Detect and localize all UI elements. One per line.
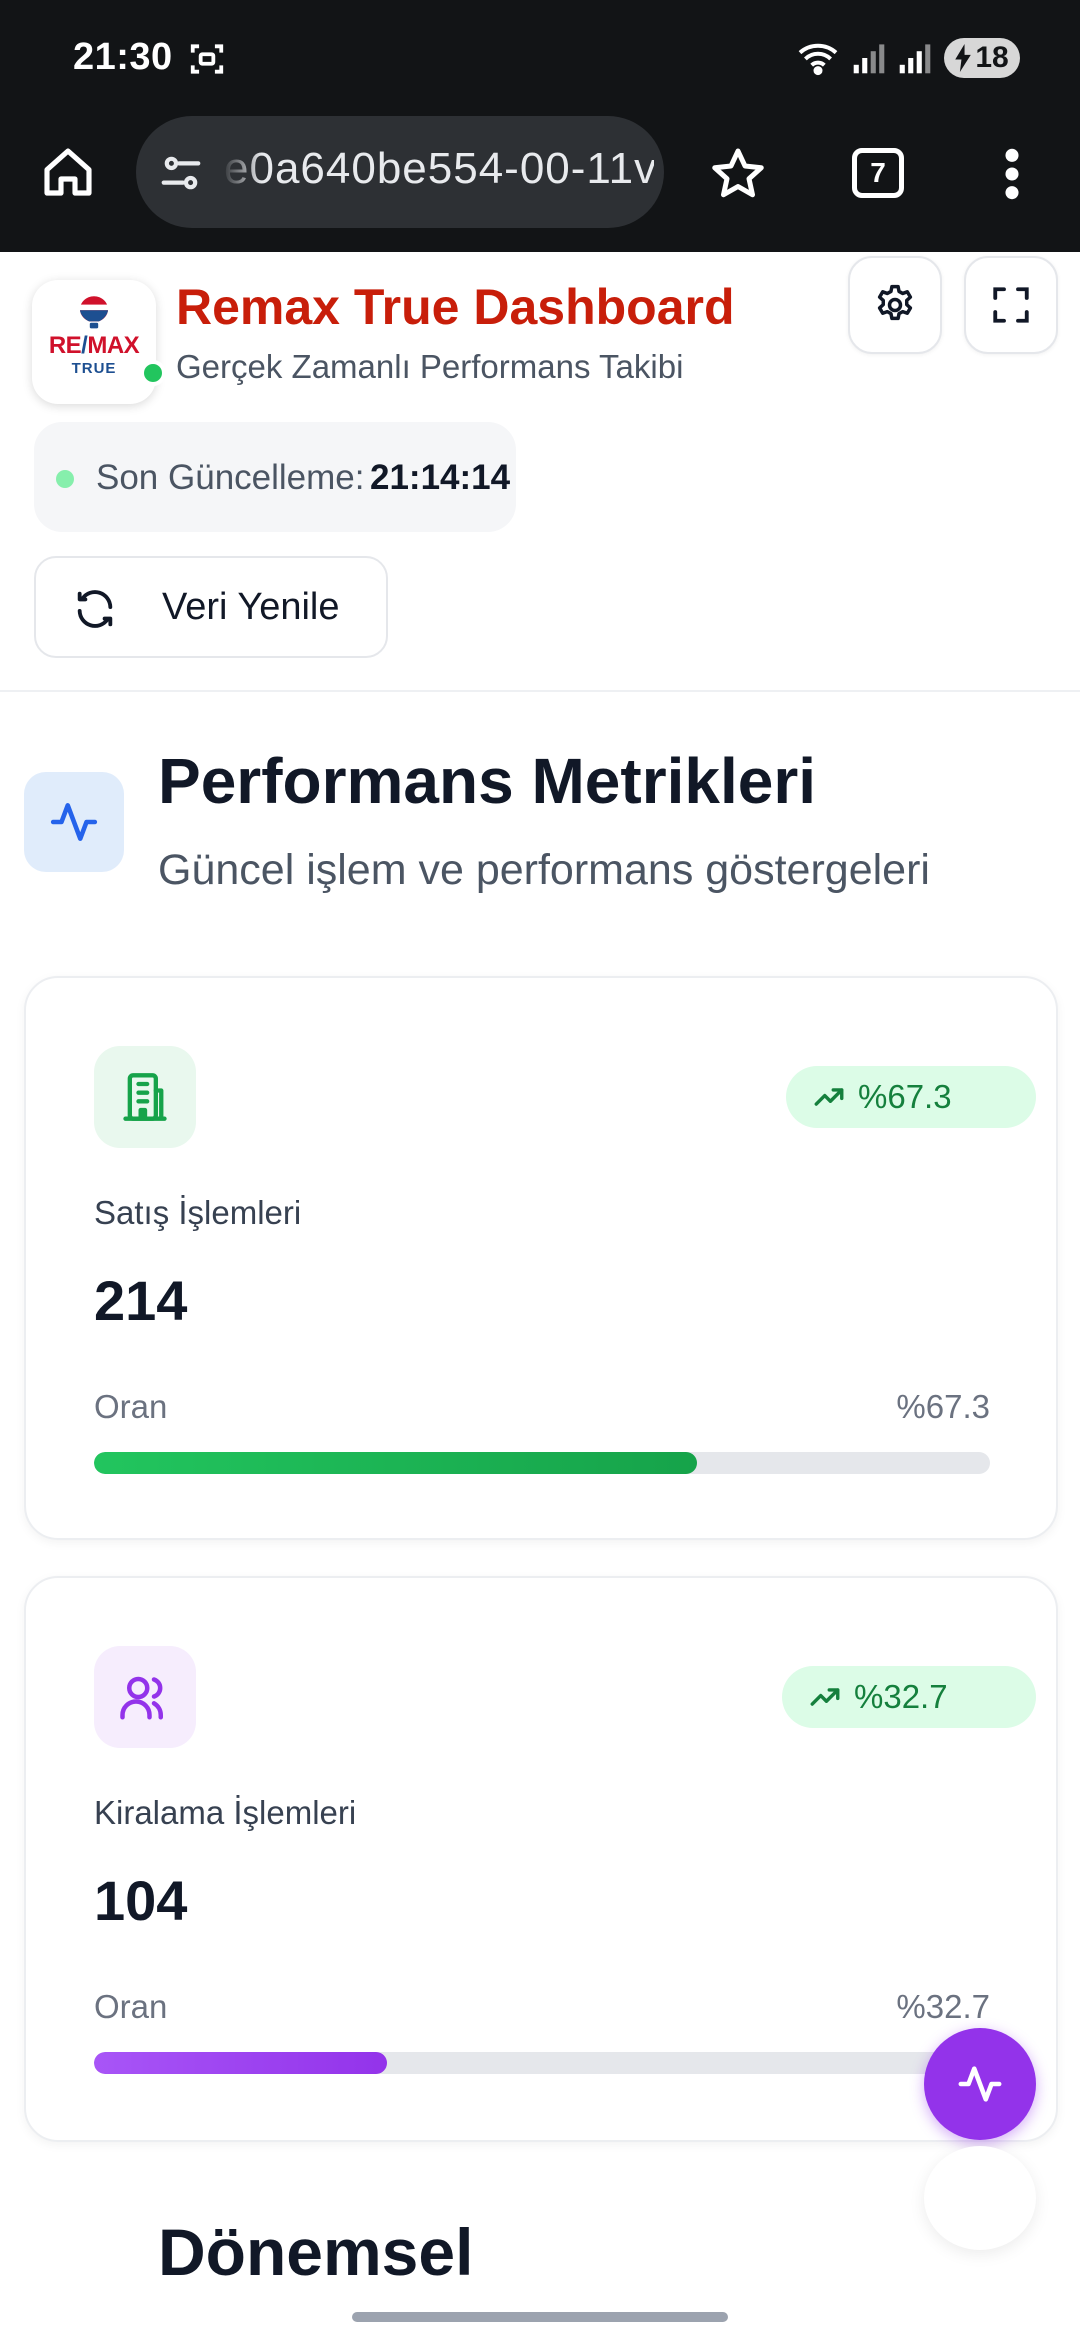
battery-level: 18 [975, 41, 1009, 74]
progress-track [94, 2052, 990, 2074]
home-indicator[interactable] [352, 2312, 728, 2322]
metric-label: Kiralama İşlemleri [94, 1794, 357, 1831]
balloon-icon [80, 296, 108, 329]
tab-count: 7 [870, 157, 886, 188]
status-icons: 18 [796, 38, 1020, 78]
online-status-dot [140, 360, 166, 386]
last-update-badge: Son Güncelleme: 21:14:14 [34, 422, 516, 532]
refresh-label: Veri Yenile [162, 586, 340, 628]
card-icon-box [94, 1646, 196, 1748]
activity-fab[interactable] [924, 2028, 1036, 2140]
gear-icon [877, 284, 913, 321]
section-title: Performans Metrikleri [158, 745, 817, 817]
trend-badge: %67.3 [786, 1066, 1036, 1128]
screenshot-icon [190, 44, 224, 74]
card-icon-box [94, 1046, 196, 1148]
url-fade [222, 116, 262, 228]
star-icon[interactable] [708, 144, 768, 204]
building-icon [123, 1073, 167, 1121]
metric-label: Satış İşlemleri [94, 1194, 302, 1231]
progress-track [94, 1452, 990, 1474]
ratio-label: Oran [94, 1388, 168, 1425]
ratio-value: %32.7 [896, 1988, 990, 2025]
app-title: Remax True Dashboard [176, 279, 735, 335]
remax-logo: RE/MAX TRUE [32, 280, 156, 404]
live-dot [56, 470, 74, 488]
browser-toolbar: e0a640be554-00-11v 7 [0, 116, 1080, 228]
charging-icon [955, 44, 972, 72]
ratio-label: Oran [94, 1988, 168, 2025]
more-vert-icon[interactable] [1000, 146, 1024, 202]
trending-up-icon [814, 1088, 844, 1106]
metric-card-sales: %67.3 Satış İşlemleri 214 Oran %67.3 [24, 976, 1058, 1540]
users-icon [120, 1676, 164, 1720]
fullscreen-icon [993, 287, 1029, 323]
progress-fill [94, 2052, 387, 2074]
home-icon[interactable] [40, 144, 96, 200]
trend-badge: %32.7 [782, 1666, 1036, 1728]
tab-switcher-button[interactable]: 7 [852, 148, 904, 198]
address-bar[interactable]: e0a640be554-00-11v [136, 116, 664, 228]
metric-card-rentals: %32.7 Kiralama İşlemleri 104 Oran %32.7 [24, 1576, 1058, 2142]
app-header: RE/MAX TRUE Remax True Dashboard Gerçek … [0, 252, 1080, 692]
trending-up-icon [810, 1688, 840, 1706]
periodic-section-title: Dönemsel [158, 2215, 474, 2289]
activity-icon [958, 2066, 1002, 2102]
wifi-icon [798, 43, 838, 76]
activity-icon [50, 803, 98, 841]
progress-fill [94, 1452, 697, 1474]
signal-icon [853, 44, 885, 74]
section-subtitle: Güncel işlem ve performans göstergeleri [158, 846, 930, 894]
site-settings-icon[interactable] [158, 150, 204, 196]
signal-icon [899, 44, 931, 74]
trend-value: %32.7 [854, 1678, 948, 1715]
status-time: 21:30 [73, 36, 173, 78]
metric-value: 104 [94, 1869, 188, 1932]
logo-wordmark: RE/MAX [48, 332, 140, 359]
secondary-floating-button[interactable] [924, 2146, 1036, 2250]
last-update-time: 21:14:14 [370, 458, 511, 497]
refresh-data-button[interactable]: Veri Yenile [34, 556, 388, 658]
settings-button[interactable] [848, 256, 942, 354]
app-subtitle: Gerçek Zamanlı Performans Takibi [176, 348, 684, 385]
metric-value: 214 [94, 1269, 188, 1332]
last-update-label: Son Güncelleme: [96, 458, 365, 497]
logo-true: TRUE [71, 360, 117, 377]
refresh-icon [77, 590, 113, 628]
trend-value: %67.3 [858, 1078, 952, 1115]
battery-indicator: 18 [944, 38, 1020, 78]
section-icon-box [24, 772, 124, 872]
ratio-value: %67.3 [896, 1388, 990, 1425]
fullscreen-button[interactable] [964, 256, 1058, 354]
browser-chrome: 21:30 18 e0a640be554-00-11v 7 [0, 0, 1080, 252]
url-text[interactable]: e0a640be554-00-11v [224, 144, 654, 194]
